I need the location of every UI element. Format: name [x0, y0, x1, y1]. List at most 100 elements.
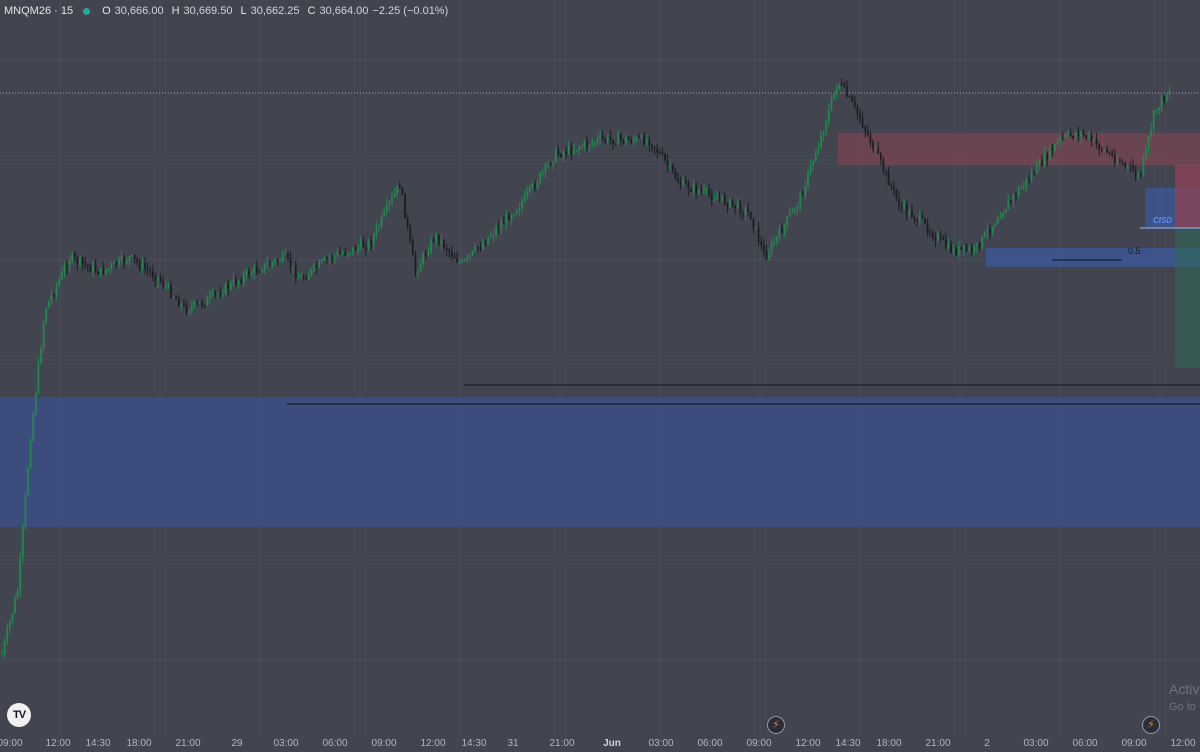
candle-up [963, 245, 965, 250]
candle-up [157, 277, 159, 282]
candle-down [619, 134, 622, 140]
candle-down [365, 247, 367, 250]
candle-up [1056, 141, 1059, 145]
candle-up [1064, 135, 1067, 138]
candle-down [146, 268, 149, 271]
candle-down [276, 259, 279, 262]
candle-up [47, 300, 50, 309]
candle-down [170, 285, 172, 298]
candle-up [336, 252, 339, 256]
candle-down [1100, 149, 1103, 151]
chart-canvas[interactable]: CISD 0.5 [0, 0, 1200, 752]
candle-up [505, 214, 508, 224]
time-axis[interactable]: 09:00 12:00 14:30 18:00 21:00 29 03:00 0… [0, 738, 1200, 752]
candle-down [718, 197, 721, 199]
candle-up [79, 257, 81, 264]
candle-up [1007, 200, 1010, 210]
candle-up [274, 259, 276, 263]
candle-up [37, 363, 40, 394]
tradingview-logo-icon[interactable]: TV [7, 703, 31, 727]
candle-up [513, 214, 516, 216]
candle-down [601, 135, 604, 139]
candle-down [739, 202, 742, 214]
candle-down [255, 266, 258, 272]
candle-down [1090, 135, 1093, 142]
candle-down [666, 160, 669, 166]
candle-up [544, 163, 547, 172]
candle-down [760, 241, 763, 245]
candle-up [279, 261, 282, 263]
candle-up [21, 526, 24, 558]
time-axis-label: 21:00 [549, 738, 575, 749]
time-axis-label: 14:30 [461, 738, 487, 749]
candle-down [448, 250, 451, 252]
candle-down [978, 243, 981, 249]
candle-down [970, 247, 973, 252]
candle-down [762, 244, 765, 252]
candle-down [965, 245, 968, 251]
candle-down [1077, 133, 1080, 137]
candle-down [905, 204, 908, 215]
candle-up [417, 271, 419, 273]
candle-down [885, 171, 887, 173]
candle-up [591, 142, 594, 146]
candle-up [346, 253, 349, 255]
time-axis-label: 12:00 [420, 738, 446, 749]
candle-down [484, 242, 487, 245]
candle-up [1035, 164, 1038, 174]
candle-down [1113, 155, 1116, 164]
candle-up [1022, 185, 1025, 188]
candle-down [235, 279, 237, 285]
candle-down [1124, 163, 1127, 167]
time-axis-label: 21:00 [175, 738, 201, 749]
candle-down [102, 267, 105, 274]
candle-up [528, 186, 531, 192]
candle-down [1051, 147, 1054, 151]
candle-down [144, 262, 146, 269]
candle-up [211, 292, 214, 295]
candle-up [996, 219, 999, 224]
candle-up [245, 270, 248, 275]
candle-up [263, 263, 266, 272]
candle-up [1074, 133, 1077, 139]
lightning-event-icon[interactable]: ⚡ [767, 716, 785, 734]
candle-up [523, 195, 526, 202]
candle-up [635, 137, 638, 141]
candle-down [989, 229, 991, 234]
candle-up [313, 264, 315, 269]
candle-up [796, 205, 799, 209]
candle-up [24, 494, 27, 527]
candle-up [937, 235, 939, 241]
symbol-legend: MNQM26 · 15 O 30,666.00 H 30,669.50 L 30,66… [4, 3, 448, 19]
candle-down [674, 170, 677, 179]
candle-up [297, 278, 300, 280]
candle-down [73, 253, 76, 258]
lightning-event-icon[interactable]: ⚡ [1142, 716, 1160, 734]
candle-up [573, 150, 575, 154]
candle-up [495, 227, 497, 235]
candle-down [609, 136, 612, 140]
candle-down [227, 284, 230, 289]
candle-up [71, 253, 74, 261]
candle-up [640, 135, 643, 138]
candle-up [42, 322, 45, 349]
candle-down [840, 83, 843, 85]
symbol-label[interactable]: MNQM26 · 15 [4, 5, 73, 17]
candle-down [872, 142, 874, 150]
candle-down [86, 264, 89, 267]
candle-down [929, 233, 932, 235]
candle-up [430, 239, 432, 253]
candle-down [898, 197, 900, 207]
time-axis-label: 03:00 [648, 738, 674, 749]
candle-up [541, 171, 544, 173]
candle-up [918, 215, 921, 222]
candle-down [653, 146, 656, 149]
candle-up [422, 253, 425, 264]
candle-up [253, 266, 256, 273]
candle-up [783, 224, 786, 234]
candle-down [289, 257, 292, 268]
candle-down [339, 252, 341, 254]
cisd-label: CISD [1153, 216, 1172, 225]
candle-down [159, 277, 162, 281]
candle-down [926, 222, 929, 234]
